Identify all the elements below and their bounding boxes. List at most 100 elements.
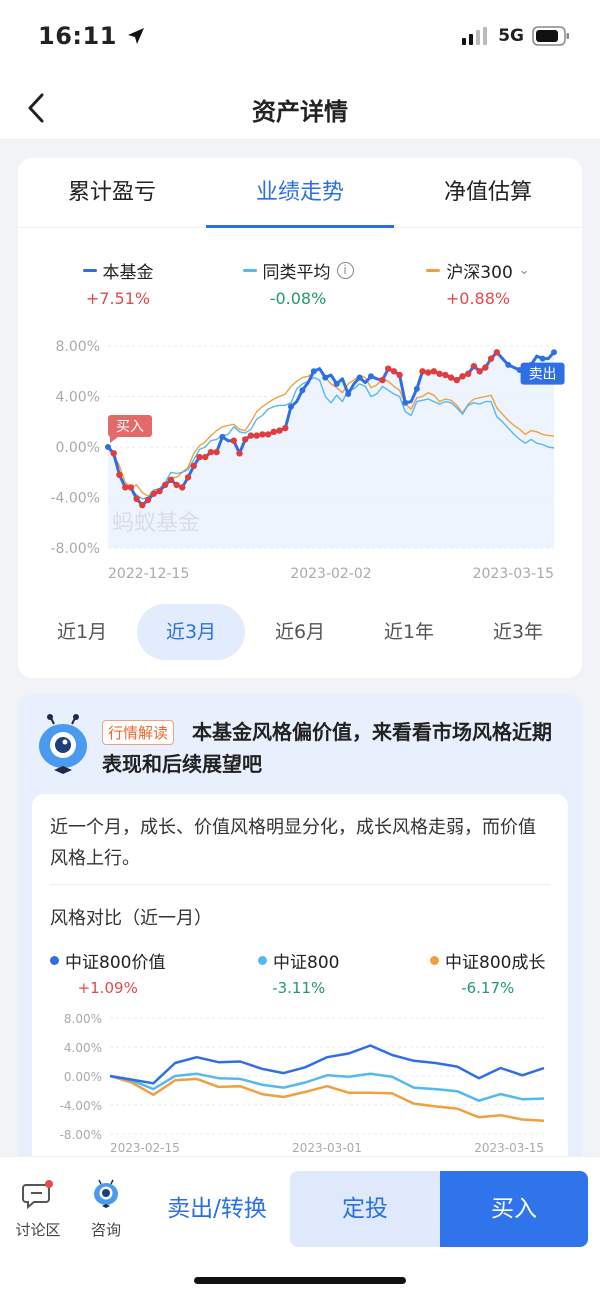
trade-point: [253, 432, 260, 439]
trade-point: [379, 376, 386, 384]
status-time: 16:11: [38, 22, 146, 50]
trade-point: [173, 481, 180, 489]
status-bar: 16:11 5G: [0, 0, 600, 76]
trade-point: [470, 363, 478, 370]
chart-legend: 本基金 +7.51% 同类平均 i -0.08% 沪深300 ⌄ +0.88%: [18, 258, 582, 312]
trade-point: [202, 453, 209, 461]
y-tick-label: 0.00%: [56, 440, 100, 456]
data-point: [333, 380, 340, 387]
data-point: [413, 385, 420, 392]
legend-item-benchmark[interactable]: 沪深300 ⌄ +0.88%: [398, 258, 558, 308]
trade-point: [465, 370, 472, 377]
trade-point: [156, 488, 163, 495]
data-point: [402, 399, 409, 406]
watermark: 蚂蚁基金: [112, 511, 200, 536]
data-point: [539, 355, 546, 362]
series-line: [109, 1074, 545, 1122]
trade-point: [493, 349, 500, 356]
x-tick-label: 2023-02-02: [290, 566, 371, 582]
trade-point: [453, 376, 460, 384]
y-tick-label: 4.00%: [56, 390, 100, 406]
period-1y[interactable]: 近1年: [355, 604, 463, 660]
trade-point: [270, 428, 277, 435]
trade-point: [482, 364, 489, 371]
home-indicator: [194, 1277, 406, 1284]
y-tick-label: 8.00%: [56, 339, 100, 355]
legend-swatch: [258, 956, 267, 965]
trade-point: [282, 424, 289, 432]
period-1m[interactable]: 近1月: [28, 604, 136, 660]
style-legend-growth-change: -6.17%: [461, 979, 515, 997]
data-point: [345, 391, 352, 397]
trade-point: [436, 370, 443, 377]
trade-point: [190, 462, 197, 470]
data-point: [299, 387, 306, 394]
location-arrow-icon: [127, 28, 144, 44]
y-tick-label: -4.00%: [50, 491, 100, 507]
x-tick-label: 2023-03-15: [474, 1141, 544, 1155]
chevron-down-icon[interactable]: ⌄: [519, 263, 530, 278]
insight-body: 近一个月，成长、价值风格明显分化，成长风格走弱，而价值风格上行。: [50, 817, 536, 869]
style-legend-index: 中证800 -3.11%: [258, 948, 339, 997]
legend-item-fund: 本基金 +7.51%: [38, 258, 198, 308]
data-point: [105, 444, 111, 450]
trade-point: [396, 371, 403, 379]
period-6m[interactable]: 近6月: [246, 604, 354, 660]
tab-nav-estimate[interactable]: 净值估算: [394, 174, 582, 206]
legend-value-fund: +7.51%: [85, 289, 151, 308]
trade-point: [430, 368, 438, 375]
trade-point: [150, 490, 157, 497]
data-point: [551, 349, 557, 356]
data-point: [505, 361, 512, 368]
mascot-icon: [94, 1179, 118, 1208]
trade-point: [162, 481, 169, 489]
tab-cumulative-pnl[interactable]: 累计盈亏: [18, 174, 206, 206]
active-tab-indicator: [206, 225, 394, 228]
trade-point: [236, 450, 243, 457]
trade-point: [259, 431, 266, 438]
trade-point: [276, 427, 283, 434]
tab-bar: 累计盈亏 业绩走势 净值估算: [18, 158, 582, 228]
tab-performance-trend[interactable]: 业绩走势: [206, 174, 394, 206]
trade-point: [184, 474, 192, 481]
page-title: 资产详情: [252, 98, 348, 126]
auto-invest-button[interactable]: 定投: [290, 1171, 440, 1247]
period-3y[interactable]: 近3年: [464, 604, 572, 660]
trade-point: [390, 368, 398, 375]
trade-point: [264, 431, 272, 438]
discuss-button[interactable]: 讨论区: [8, 1179, 68, 1240]
series-line: [109, 1044, 545, 1085]
trade-point: [179, 484, 186, 491]
style-legend-growth: 中证800成长 -6.17%: [430, 948, 545, 997]
y-tick-label: -8.00%: [50, 541, 100, 557]
buy-button[interactable]: 买入: [440, 1171, 588, 1247]
buy-marker-label: 买入: [116, 419, 144, 435]
market-insight-card[interactable]: 本基金风格偏价值，来看看市场风格近期表现和后续展望吧 行情解读 近一个月，成长、…: [18, 694, 582, 1164]
style-compare-title: 风格对比（近一月）: [50, 908, 212, 929]
performance-chart[interactable]: 8.00% 4.00% 0.00% -4.00% -8.00% 2022-12-15 202…: [18, 328, 582, 588]
trade-point: [247, 432, 255, 439]
legend-swatch: [430, 956, 439, 965]
x-tick-label: 2023-02-15: [110, 1141, 180, 1155]
trade-point: [127, 484, 135, 491]
trade-point: [144, 496, 152, 504]
style-legend: 中证800价值 +1.09% 中证800 -3.11% 中证800成长 -6.1…: [32, 948, 568, 998]
x-tick-label: 2023-03-01: [292, 1141, 362, 1155]
trade-point: [425, 369, 432, 376]
trade-point: [207, 448, 215, 456]
style-legend-value-change: +1.09%: [77, 979, 138, 997]
trade-point: [419, 368, 426, 375]
consult-button[interactable]: 咨询: [76, 1179, 136, 1240]
style-legend-value: 中证800价值 +1.09%: [50, 948, 165, 997]
period-3m[interactable]: 近3月: [137, 604, 245, 660]
legend-swatch: [82, 269, 97, 272]
data-point: [288, 403, 294, 410]
y-tick-label: 4.00%: [64, 1041, 102, 1055]
y-tick-label: -4.00%: [60, 1099, 102, 1113]
chat-bubble-icon: [22, 1180, 53, 1210]
period-selector: 近1月 近3月 近6月 近1年 近3年: [28, 602, 572, 660]
legend-item-peer-average[interactable]: 同类平均 i -0.08%: [218, 258, 378, 308]
data-point: [310, 368, 317, 375]
info-icon[interactable]: i: [336, 262, 354, 279]
sell-convert-button[interactable]: 卖出/转换: [150, 1173, 284, 1245]
